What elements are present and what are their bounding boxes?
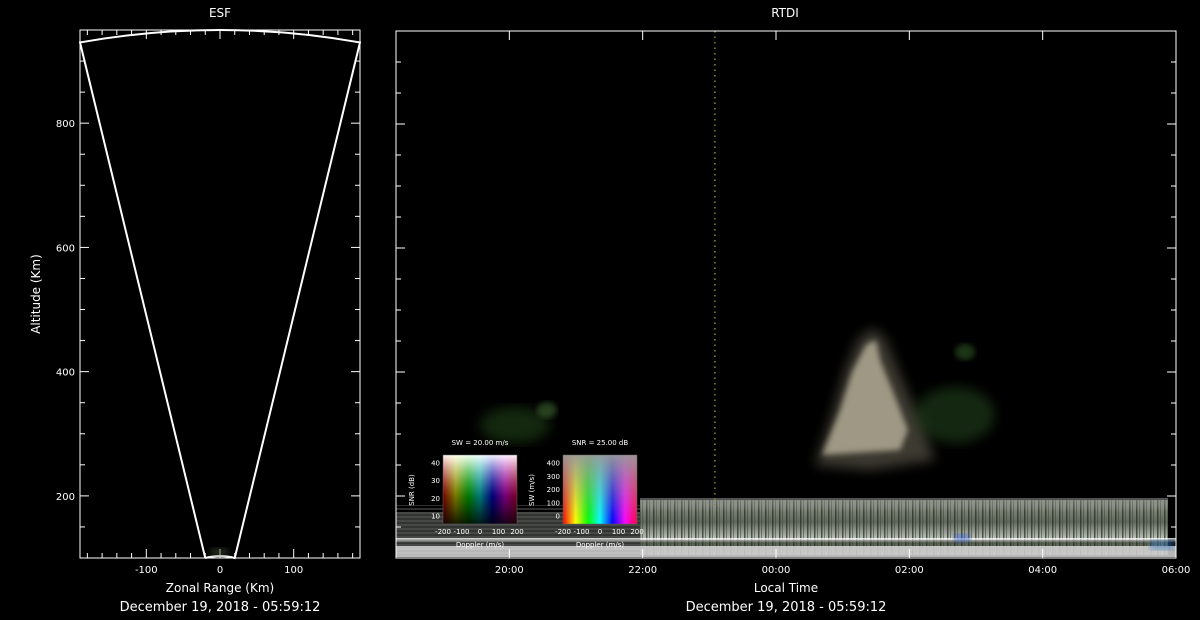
esf-plot-frame xyxy=(79,29,361,559)
snr_legend-x-tick-label: 0 xyxy=(598,528,602,536)
esf-x-tick-label: -100 xyxy=(135,565,158,576)
sw_legend-y-tick-label: 30 xyxy=(431,477,440,485)
rtdi-x-tick-label: 02:00 xyxy=(895,565,924,576)
green-echo-small xyxy=(955,344,975,360)
esf-x-tick-label: 100 xyxy=(284,565,303,576)
rtdi-date-footer: December 19, 2018 - 05:59:12 xyxy=(686,600,887,615)
snr_legend-y-tick-label: 0 xyxy=(556,513,560,521)
rtdi-x-tick-label: 06:00 xyxy=(1162,565,1191,576)
esf-y-tick-label: 400 xyxy=(56,368,75,379)
esf-x-tick-label: 0 xyxy=(217,565,223,576)
esf-y-tick-label: 200 xyxy=(56,492,75,503)
sw-legend-xlabel: Doppler (m/s) xyxy=(456,541,504,549)
blue-echo-patch xyxy=(954,534,970,542)
rtdi-xlabel: Local Time xyxy=(754,581,818,595)
blue-echo-patch-right xyxy=(1150,540,1174,550)
sw_legend-x-tick-label: 100 xyxy=(492,528,505,536)
esf-date-footer: December 19, 2018 - 05:59:12 xyxy=(120,600,321,615)
rtdi-x-tick-label: 20:00 xyxy=(495,565,524,576)
sw_legend-y-tick-label: 10 xyxy=(431,513,440,521)
snr_legend-x-tick-label: 200 xyxy=(630,528,643,536)
snr_legend-x-tick-label: -200 xyxy=(555,528,571,536)
sw_legend-x-tick-label: 200 xyxy=(510,528,523,536)
rtdi-x-tick-label: 22:00 xyxy=(628,565,657,576)
snr_legend-y-tick-label: 300 xyxy=(547,473,560,481)
sw-legend-title: SW = 20.00 m/s xyxy=(452,439,509,447)
rtdi-x-tick-label: 04:00 xyxy=(1028,565,1057,576)
sw-legend-dark xyxy=(443,455,517,524)
sw-legend-ylabel: SNR (dB) xyxy=(408,474,416,506)
clutter-bright-line xyxy=(396,538,1176,546)
esf-title: ESF xyxy=(209,6,231,20)
esf-fan-outline xyxy=(78,29,362,560)
green-echo-right xyxy=(915,387,995,443)
plume-echo-core xyxy=(822,340,908,455)
snr-legend-xlabel: Doppler (m/s) xyxy=(576,541,624,549)
clutter-top-fade xyxy=(640,498,1168,512)
esf-xlabel: Zonal Range (Km) xyxy=(166,581,274,595)
figure: ESF -100 0 100200400600800 Zonal Range (Km… xyxy=(29,6,1190,615)
esf-y-tick-label: 600 xyxy=(56,243,75,254)
snr_legend-y-tick-label: 200 xyxy=(547,486,560,494)
rtdi-x-tick-label: 00:00 xyxy=(762,565,791,576)
green-echo-left-small xyxy=(537,402,557,418)
rtdi-panel: RTDI 20:00 22:00 00:00 02:00 04:00 06:00 xyxy=(395,6,1190,615)
snr-legend-ylabel: SW (m/s) xyxy=(528,474,536,506)
snr_legend-y-tick-label: 100 xyxy=(547,499,560,507)
snr_legend-y-tick-label: 400 xyxy=(547,460,560,468)
snr_legend-x-tick-label: 100 xyxy=(612,528,625,536)
sw_legend-x-tick-label: -100 xyxy=(454,528,470,536)
snr-legend-title: SNR = 25.00 dB xyxy=(572,439,629,447)
sw_legend-x-tick-label: 0 xyxy=(478,528,482,536)
clutter-bottom-strip xyxy=(396,546,1176,557)
rtdi-tick-labels: 20:00 22:00 00:00 02:00 04:00 06:00 xyxy=(495,565,1190,576)
sw_legend-y-tick-label: 20 xyxy=(431,495,440,503)
snr-legend-gray xyxy=(563,455,637,524)
esf-ticks xyxy=(80,29,360,558)
snr_legend-x-tick-label: -100 xyxy=(574,528,590,536)
esf-ylabel: Altitude (Km) xyxy=(29,254,43,334)
esf-y-tick-label: 800 xyxy=(56,119,75,130)
sw_legend-x-tick-label: -200 xyxy=(435,528,451,536)
esf-tick-labels: -100 0 100 200 400 600 800 xyxy=(56,119,303,576)
sw_legend-y-tick-label: 40 xyxy=(431,460,440,468)
esf-echo-blob xyxy=(209,548,229,556)
rtdi-title: RTDI xyxy=(771,6,799,20)
esf-panel: ESF -100 0 100 200 400 600 800 Zonal Range (Km… xyxy=(29,6,362,615)
